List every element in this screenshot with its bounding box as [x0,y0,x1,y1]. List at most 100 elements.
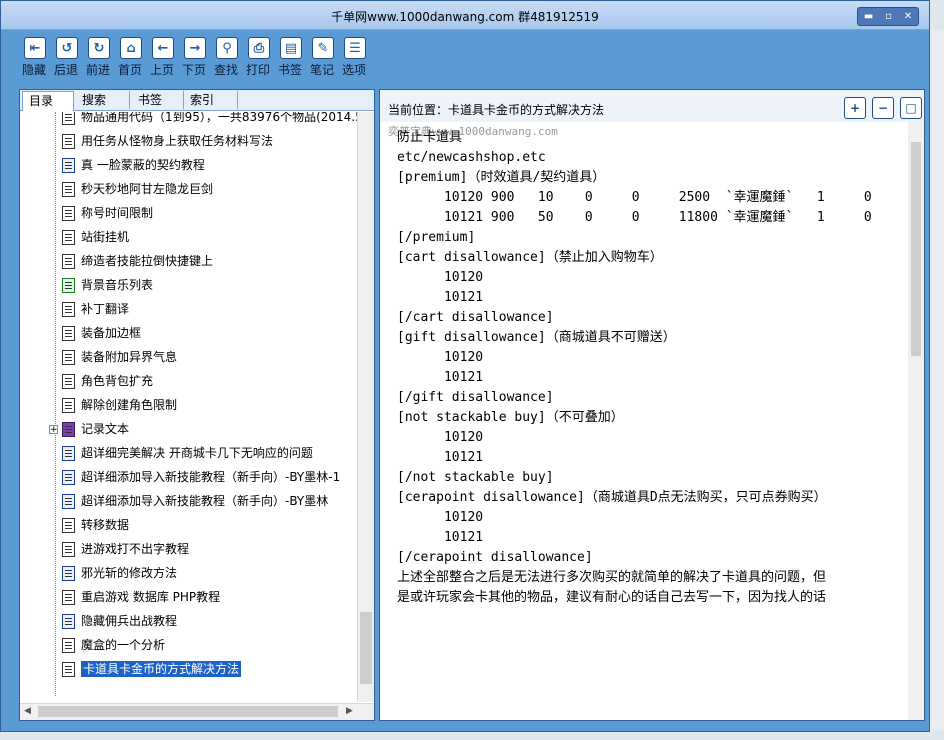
tree-item[interactable]: 秒天秒地阿甘左隐龙巨剑 [62,178,213,200]
toolbar-button-5[interactable]: → 下页 [179,33,211,83]
content-line: 10121 [397,450,484,465]
fullscreen-icon[interactable]: □ [900,97,922,119]
book-file-icon [62,422,75,437]
title-bar: 千单网www.1000danwang.com 群481912519 ▬ ▫ ✕ [1,1,929,30]
toolbar-button-9[interactable]: ✎ 笔记 [307,33,339,83]
tree-item[interactable]: 称号时间限制 [62,202,153,224]
toolbar-button-label: 上页 [149,63,174,77]
window-controls: ▬ ▫ ✕ [857,7,919,26]
restore-icon[interactable]: ▫ [885,11,892,22]
tree-item[interactable]: 邪光斩的修改方法 [62,562,177,584]
tree-item[interactable]: 转移数据 [62,514,129,536]
home-icon: ⌂ [120,37,142,59]
toolbar-button-1[interactable]: ↺ 后退 [51,33,83,83]
tree-item[interactable]: 超详细完美解决 开商城卡几下无响应的问题 [62,442,313,464]
tree-item[interactable]: 物品通用代码（1到95），一共83976个物品(2014.5 [62,112,358,128]
tree-scroll-thumb[interactable] [360,612,372,684]
tree-hscroll-thumb[interactable] [38,706,338,717]
content-line: 10120 900 10 0 0 2500 `幸運魔錘` 1 0 [397,190,872,205]
tree-item-label: 缔造者技能拉倒快捷键上 [81,254,214,268]
word-file-icon [62,566,75,581]
doc-file-icon [62,542,75,557]
doc-file-icon [62,230,75,245]
toolbar-button-label: 书签 [277,63,302,77]
tree-item[interactable]: 超详细添加导入新技能教程（新手向）-BY墨林 [62,490,328,512]
tree-item[interactable]: 补丁翻译 [62,298,129,320]
left-panel: 目录 搜索 书签 索引 物品通用代码（1到95），一共83976个物品(2014.5 用… [19,89,375,721]
tree-item[interactable]: 进游戏打不出字教程 [62,538,189,560]
content-vertical-scrollbar[interactable] [908,122,924,720]
tree-item[interactable]: 魔盒的一个分析 [62,634,165,656]
toolbar-button-2[interactable]: ↻ 前进 [83,33,115,83]
tree-item[interactable]: 重启游戏 数据库 PHP教程 [62,586,220,608]
minimize-icon[interactable]: ▬ [864,11,873,22]
tree-item-label: 称号时间限制 [81,206,154,220]
tree-item[interactable]: 装备加边框 [62,322,141,344]
tree-item[interactable]: 隐藏佣兵出战教程 [62,610,177,632]
content-line: [cart disallowance]（禁止加入购物车） [397,250,663,265]
tree-item[interactable]: 卡道具卡金币的方式解决方法 [62,658,242,680]
tab-3[interactable]: 索引 [184,91,238,109]
tree-item[interactable]: 装备附加异界气息 [62,346,177,368]
content-line: 10121 [397,370,484,385]
tree-item[interactable]: 记录文本 [62,418,129,440]
doc-file-icon [62,302,75,317]
prev-page-icon: ← [152,37,174,59]
scroll-right-icon[interactable]: ▶ [346,706,353,716]
tree-item-label: 补丁翻译 [81,302,130,316]
toolbar-button-4[interactable]: ← 上页 [147,33,179,83]
zoom-in-icon[interactable]: + [844,97,866,119]
tab-0[interactable]: 目录 [22,91,74,111]
doc-file-icon [62,662,75,677]
tree-item[interactable]: 缔造者技能拉倒快捷键上 [62,250,213,272]
word-file-icon [62,494,75,509]
excel-file-icon [62,278,75,293]
tree-item[interactable]: 用任务从怪物身上获取任务材料写法 [62,130,273,152]
toolbar-button-7[interactable]: ⎙ 打印 [243,33,275,83]
tree-item[interactable]: 站街挂机 [62,226,129,248]
tab-2[interactable]: 书签 [132,91,184,109]
toolbar: ⇤ 隐藏 ↺ 后退 ↻ 前进 ⌂ 首页 ← 上页 → 下页 ⚲ 查找 ⎙ 打印 ▤ 书签 ✎ 笔记 ☰ 选项 [19,33,375,83]
tab-1[interactable]: 搜索 [76,91,130,109]
toolbar-button-6[interactable]: ⚲ 查找 [211,33,243,83]
content-line: 10121 [397,530,484,545]
content-line: [/cart disallowance] [397,310,554,325]
scroll-left-icon[interactable]: ◀ [24,706,31,716]
close-icon[interactable]: ✕ [904,11,912,22]
tree-item[interactable]: 解除创建角色限制 [62,394,177,416]
toolbar-button-label: 首页 [117,63,142,77]
content-line: 10121 900 50 0 0 11800 `幸運魔錘` 1 0 [397,210,872,225]
tree-item-label: 卡道具卡金币的方式解决方法 [81,661,242,677]
content-line: 10120 [397,430,484,445]
back-icon: ↺ [56,37,78,59]
window-title: 千单网www.1000danwang.com 群481912519 [331,10,599,24]
toolbar-button-label: 选项 [341,63,366,77]
toolbar-button-0[interactable]: ⇤ 隐藏 [19,33,51,83]
tree-item-label: 邪光斩的修改方法 [81,566,178,580]
toolbar-button-10[interactable]: ☰ 选项 [339,33,371,83]
tree-item[interactable]: 角色背包扩充 [62,370,153,392]
tree-horizontal-scrollbar[interactable]: ◀ ▶ [20,703,374,720]
tree-item-label: 魔盒的一个分析 [81,638,166,652]
tree-item[interactable]: 真 一脸蒙蔽的契约教程 [62,154,205,176]
content-line: 10120 [397,510,484,525]
content-scroll-thumb[interactable] [911,142,921,356]
tree-item[interactable]: 超详细添加导入新技能教程（新手向）-BY墨林-1 [62,466,340,488]
tree-item-label: 角色背包扩充 [81,374,154,388]
location-bar: 当前位置：卡道具卡金币的方式解决方法 + − □ [380,90,924,122]
tree-item[interactable]: 背景音乐列表 [62,274,153,296]
doc-file-icon [62,326,75,341]
toolbar-button-8[interactable]: ▤ 书签 [275,33,307,83]
zoom-out-icon[interactable]: − [872,97,894,119]
toolbar-button-3[interactable]: ⌂ 首页 [115,33,147,83]
next-page-icon: → [184,37,206,59]
content-line: 10120 [397,270,484,285]
expand-icon[interactable]: + [49,425,58,435]
doc-file-icon [62,206,75,221]
hide-icon: ⇤ [24,37,46,59]
article-content: 防止卡道具 etc/newcashshop.etc [premium]（时效道具/契… [397,128,905,716]
doc-file-icon [62,638,75,653]
tree-vertical-scrollbar[interactable] [357,112,374,702]
content-line: [/cerapoint disallowance] [397,550,593,565]
bookmark-icon: ▤ [280,37,302,59]
